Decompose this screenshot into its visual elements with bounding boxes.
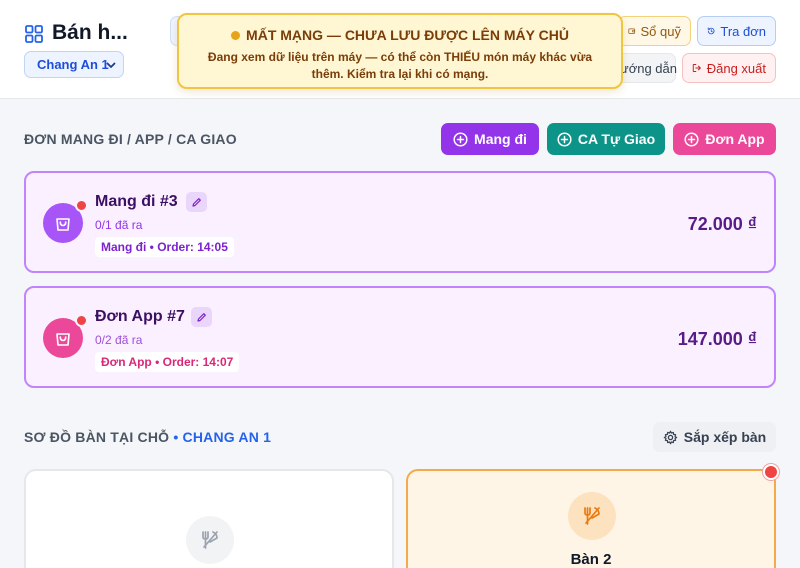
so-quy-button[interactable]: Sổ quỹ — [618, 16, 691, 46]
order-name: Mang đi #3 — [95, 193, 178, 210]
tables-branch-label: • CHANG AN 1 — [173, 429, 272, 445]
utensils-icon — [568, 492, 616, 540]
offline-banner: MẤT MẠNG — CHƯA LƯU ĐƯỢC LÊN MÁY CHỦ Đan… — [177, 13, 623, 89]
tables-section-title: SƠ ĐỒ BÀN TẠI CHỖ • CHANG AN 1 — [24, 429, 271, 445]
history-icon — [707, 27, 715, 35]
gear-icon — [663, 430, 678, 444]
arrange-tables-button[interactable]: Sắp xếp bàn — [653, 422, 776, 452]
table-alert-dot — [763, 464, 779, 480]
add-don-app-button[interactable]: Đơn App — [673, 123, 776, 155]
table-card[interactable] — [24, 469, 394, 568]
arrange-tables-label: Sắp xếp bàn — [683, 429, 767, 445]
offline-banner-title: MẤT MẠNG — CHƯA LƯU ĐƯỢC LÊN MÁY CHỦ — [246, 27, 569, 43]
dang-xuat-label: Đăng xuất — [706, 60, 766, 76]
tra-don-label: Tra đơn — [720, 23, 766, 39]
order-tag: Đơn App • Order: 14:07 — [95, 352, 240, 372]
plus-circle-icon — [453, 131, 468, 147]
branch-select[interactable]: Chang An 1 — [24, 51, 124, 78]
add-mang-di-label: Mang đi — [474, 131, 527, 147]
order-tag: Mang đi • Order: 14:05 — [95, 237, 234, 257]
offline-banner-description: Đang xem dữ liệu trên máy — có thể còn T… — [207, 50, 593, 81]
order-name: Đơn App #7 — [95, 308, 185, 325]
pencil-icon — [197, 312, 206, 322]
dang-xuat-button[interactable]: Đăng xuất — [682, 53, 776, 83]
add-mang-di-button[interactable]: Mang đi — [441, 123, 539, 155]
app-title: Bán h... — [52, 21, 128, 44]
table-name: Bàn 2 — [570, 551, 612, 568]
add-don-app-label: Đơn App — [705, 131, 765, 147]
offline-banner-title-row: MẤT MẠNG — CHƯA LƯU ĐƯỢC LÊN MÁY CHỦ — [179, 27, 621, 43]
pencil-icon — [192, 197, 201, 207]
logout-icon — [692, 64, 701, 72]
wallet-icon — [628, 28, 636, 34]
takeaway-section-title: ĐƠN MANG ĐI / APP / CA GIAO — [24, 131, 237, 147]
tables-section-label: SƠ ĐỒ BÀN TẠI CHỖ — [24, 429, 170, 445]
warning-dot-icon — [231, 30, 241, 40]
plus-circle-icon — [684, 131, 699, 147]
add-ca-tu-giao-label: CA Tự Giao — [577, 131, 656, 147]
order-card[interactable]: Đơn App #7 0/2 đã ra Đơn App • Order: 14… — [24, 286, 776, 388]
order-card[interactable]: Mang đi #3 0/1 đã ra Mang đi • Order: 14… — [24, 171, 776, 273]
edit-order-name-button[interactable] — [191, 307, 212, 327]
order-total: 147.000 ₫ — [677, 329, 757, 349]
so-quy-label: Sổ quỹ — [640, 23, 681, 39]
plus-circle-icon — [557, 131, 572, 147]
order-progress: 0/1 đã ra — [95, 218, 143, 232]
top-header: Bán h... Chang An 1 Sổ quỹ Tra đơn ướng … — [0, 0, 800, 99]
add-ca-tu-giao-button[interactable]: CA Tự Giao — [547, 123, 665, 155]
grid-icon[interactable] — [25, 25, 43, 43]
unsent-indicator-dot — [75, 199, 88, 212]
edit-order-name-button[interactable] — [186, 192, 207, 212]
utensils-icon — [186, 516, 234, 564]
huong-dan-label: ướng dẫn — [620, 60, 677, 76]
tra-don-button[interactable]: Tra đơn — [697, 16, 776, 46]
order-total: 72.000 ₫ — [687, 214, 757, 234]
branch-select-value: Chang An 1 — [37, 57, 109, 72]
chevron-down-icon — [106, 62, 116, 68]
unsent-indicator-dot — [75, 314, 88, 327]
table-card[interactable]: Bàn 2 — [406, 469, 776, 568]
order-progress: 0/2 đã ra — [95, 333, 143, 347]
